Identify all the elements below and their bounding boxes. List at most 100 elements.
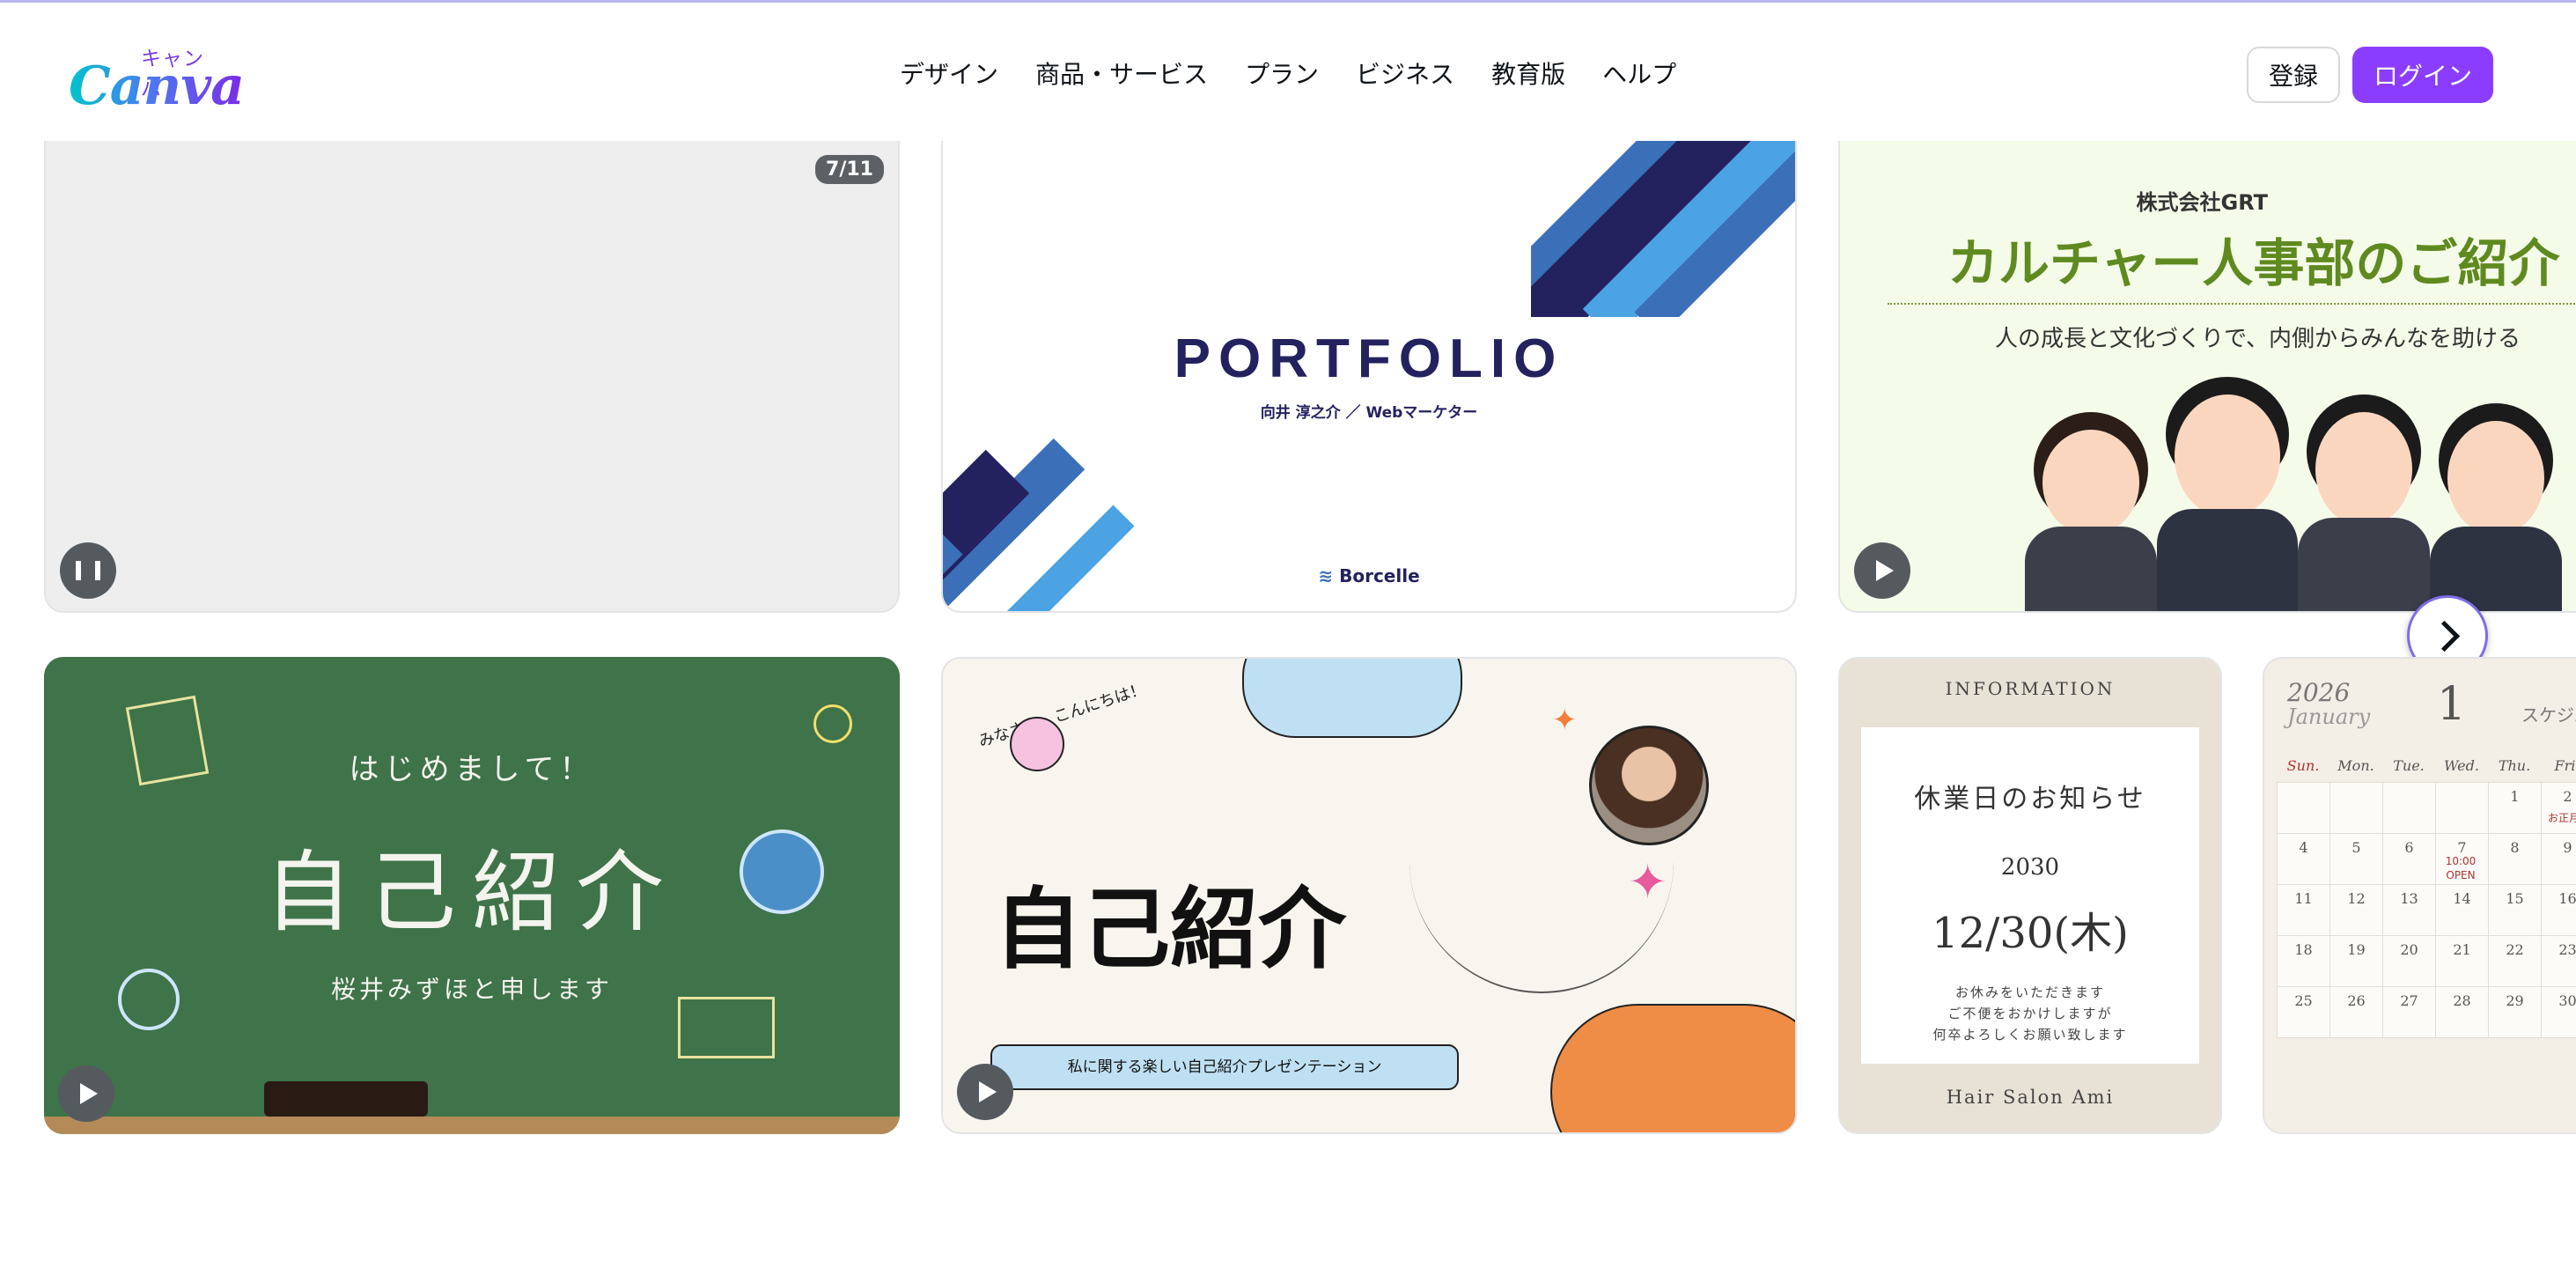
template-card-chalkboard[interactable]: はじめまして！ 自己紹介 桜井みずほと申します: [44, 657, 900, 1134]
template-card-intro[interactable]: みなさん、こんにちは！ 自己紹介 私に関する楽しい自己紹介プレゼンテーション ✦…: [941, 657, 1797, 1134]
calendar-cell: 21: [2435, 935, 2489, 987]
calendar-cell: 9: [2541, 833, 2576, 885]
pause-button[interactable]: [60, 542, 116, 599]
calendar-cell: 27: [2382, 986, 2436, 1038]
calendar-cell: [2435, 782, 2489, 834]
calendar-schedule-label: スケジュ: [2521, 704, 2576, 726]
intro-label: 私に関する楽しい自己紹介プレゼンテーション: [990, 1044, 1459, 1090]
canva-logo[interactable]: キャンバ Canva: [69, 41, 245, 117]
culture-title: カルチャー人事部のご紹介: [1947, 233, 2560, 293]
calendar-cell: 2: [2541, 782, 2576, 834]
calendar-cell: 4: [2277, 833, 2330, 885]
calendar-cell: [2277, 782, 2330, 834]
template-card-calendar[interactable]: 2026 January 1 スケジュ Sun. Mon. Tue. Wed. …: [2263, 657, 2576, 1134]
book-doodle: [678, 997, 775, 1058]
weekday-wed: Wed.: [2444, 757, 2479, 774]
calendar-row: 4 5 6 7 8 9: [2277, 833, 2576, 885]
calendar-month-number: 1: [2437, 678, 2467, 731]
decorative-stripes-top: [1531, 141, 1795, 317]
weekday-fri: Fri.: [2554, 757, 2576, 774]
calendar-cell: 25: [2277, 986, 2330, 1038]
calendar-cell: 29: [2488, 986, 2542, 1038]
weekday-sun: Sun.: [2286, 757, 2320, 774]
video-card-loading[interactable]: 7/11: [44, 141, 900, 613]
play-button[interactable]: [957, 1064, 1013, 1120]
sparkle-decoration: ✦: [1552, 703, 1578, 738]
weekday-thu: Thu.: [2498, 757, 2531, 774]
chalk-ledge: [44, 1117, 900, 1134]
calendar-note-new-year: お正月休み: [2548, 812, 2576, 824]
notice-header: INFORMATION: [1840, 678, 2220, 699]
notebook-doodle: [125, 695, 210, 786]
orbit-line: [1409, 791, 1674, 993]
register-button[interactable]: 登録: [2247, 47, 2340, 103]
bulb-doodle: [813, 704, 852, 743]
calendar-cell: [2329, 782, 2383, 834]
play-button[interactable]: [1854, 542, 1910, 599]
login-button[interactable]: ログイン: [2352, 47, 2493, 103]
notice-body-2: ご不便をおかけしますが: [1947, 1006, 2113, 1021]
orange-cloud: [1550, 1004, 1795, 1132]
logo-wordmark: Canva: [69, 55, 245, 117]
notice-date: 12/30(木): [1932, 909, 2129, 958]
culture-subtitle: 人の成長と文化づくりで、内側からみんなを助ける: [1995, 326, 2521, 352]
portfolio-title: PORTFOLIO: [1174, 328, 1564, 389]
template-card-portfolio[interactable]: PORTFOLIO 向井 淳之介 ／ Webマーケター ≋ Borcelle: [941, 141, 1797, 613]
dotted-divider: [1888, 303, 2576, 305]
calendar-row: 1 2: [2277, 782, 2576, 834]
calendar-cell: 16: [2541, 884, 2576, 936]
nav-item-products[interactable]: 商品・サービス: [1035, 57, 1208, 92]
nav-item-design[interactable]: デザイン: [900, 57, 998, 92]
calendar-row: 11 12 13 14 15 16: [2277, 884, 2576, 936]
nav-item-plans[interactable]: プラン: [1245, 57, 1319, 92]
magnifier-doodle: [118, 969, 180, 1030]
portfolio-brand: ≋ Borcelle: [943, 565, 1795, 586]
nav-item-education[interactable]: 教育版: [1491, 57, 1565, 92]
calendar-weekdays: Sun. Mon. Tue. Wed. Thu. Fri.: [2277, 757, 2576, 774]
play-button[interactable]: [58, 1065, 114, 1122]
site-header: キャンバ Canva デザイン 商品・サービス プラン ビジネス 教育版 ヘルプ…: [0, 3, 2576, 144]
layers-icon: ≋: [1318, 565, 1334, 586]
main-nav: デザイン 商品・サービス プラン ビジネス 教育版 ヘルプ: [900, 57, 1676, 92]
globe-doodle: [740, 829, 824, 914]
calendar-cell: 13: [2382, 884, 2436, 936]
calendar-cell: 20: [2382, 935, 2436, 987]
calendar-cell: 15: [2488, 884, 2542, 936]
notice-body-3: 何卒よろしくお願い致します: [1932, 1027, 2128, 1043]
calendar-note-open: 10:00 OPEN: [2445, 855, 2477, 881]
calendar-cell: 23: [2541, 935, 2576, 987]
calendar-cell: 22: [2488, 935, 2542, 987]
people-illustration: [2016, 377, 2562, 611]
nav-item-business[interactable]: ビジネス: [1356, 57, 1454, 92]
calendar-cell: 14: [2435, 884, 2489, 936]
notice-header-text: INFORMATION: [1945, 678, 2116, 699]
calendar-cell: 28: [2435, 986, 2489, 1038]
calendar-month-name: January: [2287, 704, 2371, 729]
calendar-cell: 8: [2488, 833, 2542, 885]
notice-title: 休業日のお知らせ: [1914, 784, 2146, 815]
template-card-notice[interactable]: INFORMATION 休業日のお知らせ 2030 12/30(木) お休みをい…: [1838, 657, 2222, 1134]
calendar-cell: 30: [2541, 986, 2576, 1038]
notice-body-1: お休みをいただきます: [1954, 984, 2105, 1000]
weekday-tue: Tue.: [2393, 757, 2425, 774]
cloud-decoration: [1242, 659, 1462, 738]
portfolio-brand-name: Borcelle: [1339, 565, 1420, 586]
calendar-cell: [2382, 782, 2436, 834]
calendar-cell: 12: [2329, 884, 2383, 936]
notice-year: 2030: [2000, 854, 2060, 881]
slide-counter: 7/11: [815, 155, 884, 184]
calendar-cell: 11: [2277, 884, 2330, 936]
notice-footer: Hair Salon Ami: [1946, 1087, 2115, 1108]
portfolio-subtitle: 向井 淳之介 ／ Webマーケター: [1260, 404, 1478, 422]
calendar-cell: 1: [2488, 782, 2542, 834]
calendar-year: 2026: [2287, 678, 2351, 707]
calendar-cell: 18: [2277, 935, 2330, 987]
calendar-row: 18 19 20 21 22 23: [2277, 935, 2576, 987]
weekday-mon: Mon.: [2337, 757, 2374, 774]
template-card-culture[interactable]: 株式会社GRT カルチャー人事部のご紹介 人の成長と文化づくりで、内側からみんな…: [1838, 141, 2576, 613]
nav-item-help[interactable]: ヘルプ: [1602, 57, 1676, 92]
culture-company: 株式会社GRT: [2136, 190, 2268, 215]
notice-panel: 休業日のお知らせ 2030 12/30(木) お休みをいただきます ご不便をおか…: [1861, 727, 2199, 1064]
calendar-row: 25 26 27 28 29 30: [2277, 986, 2576, 1038]
intro-title: 自己紹介: [994, 878, 1346, 981]
